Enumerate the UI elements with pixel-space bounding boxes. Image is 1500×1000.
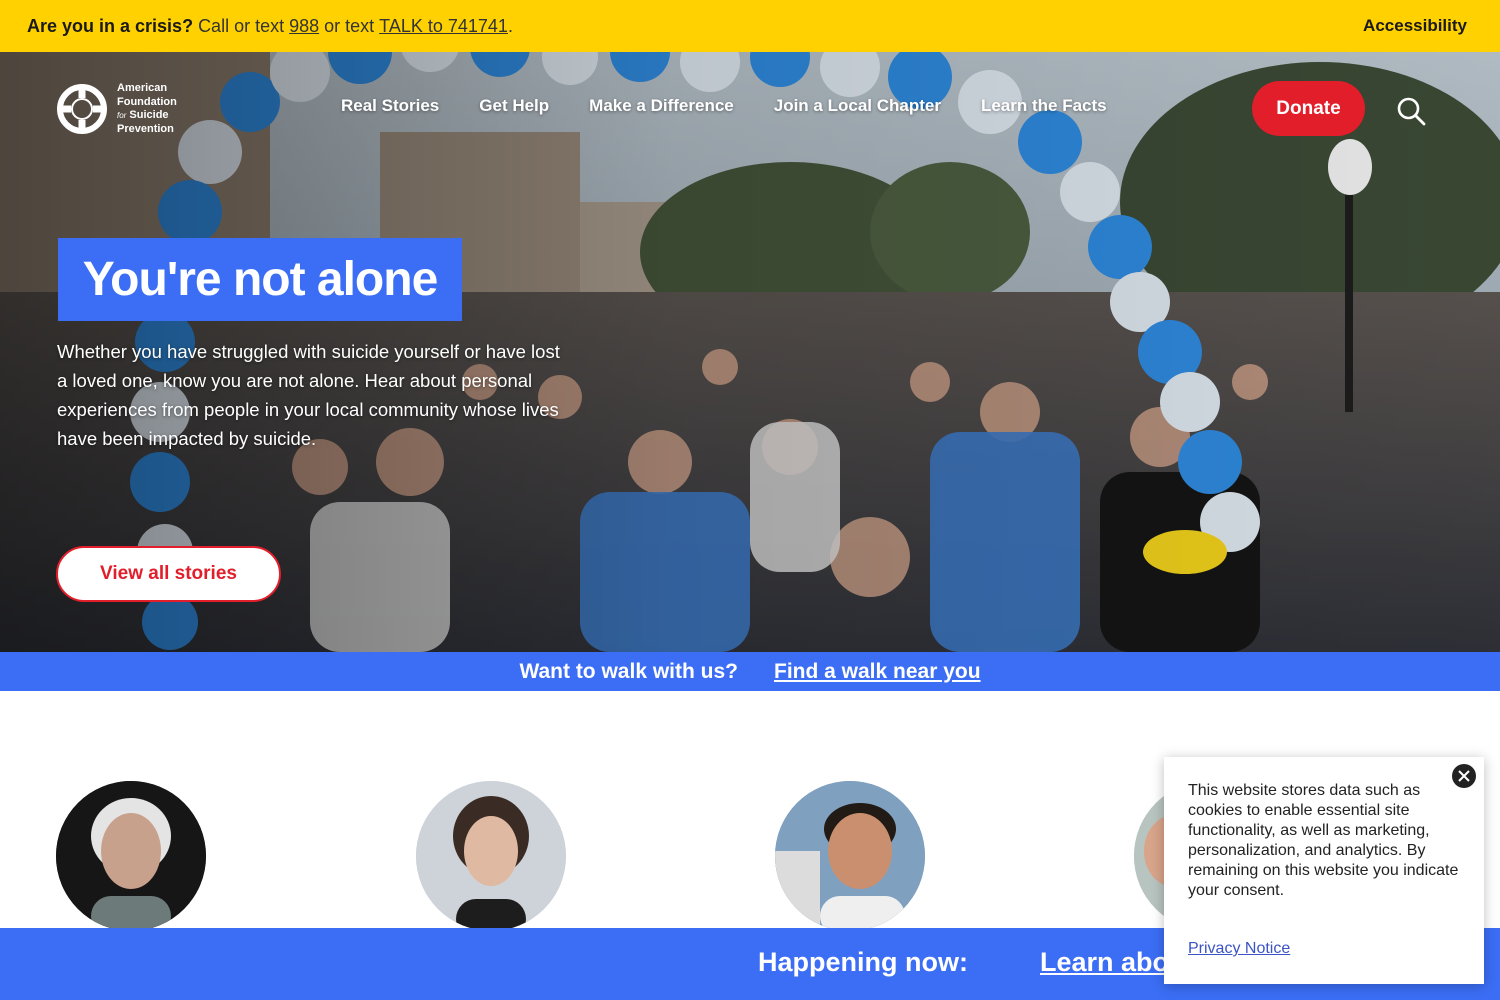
walk-prompt: Want to walk with us? [519, 659, 738, 683]
logo-suicide: Suicide [129, 109, 169, 121]
find-walk-link[interactable]: Find a walk near you [774, 660, 981, 684]
main-nav: Real Stories Get Help Make a Difference … [341, 96, 1107, 116]
nav-get-help[interactable]: Get Help [479, 96, 549, 116]
nav-real-stories[interactable]: Real Stories [341, 96, 439, 116]
nav-make-a-difference[interactable]: Make a Difference [589, 96, 734, 116]
logo-line-1: American [117, 82, 168, 94]
nav-join-local-chapter[interactable]: Join a Local Chapter [774, 96, 941, 116]
privacy-notice-link[interactable]: Privacy Notice [1188, 940, 1290, 958]
logo-line-3: for Suicide [117, 109, 197, 123]
crisis-message: Are you in a crisis? Call or text 988 or… [27, 16, 513, 37]
crisis-period: . [507, 15, 513, 36]
logo-wordmark: American Foundation for Suicide Preventi… [117, 82, 197, 136]
search-icon[interactable] [1396, 96, 1426, 126]
portrait-image [416, 781, 566, 931]
close-x-glyph [1458, 770, 1470, 782]
hero-description: Whether you have struggled with suicide … [57, 341, 560, 449]
walk-banner: Want to walk with us? Find a walk near y… [0, 652, 1500, 691]
hero-section: American Foundation for Suicide Preventi… [0, 52, 1500, 652]
crisis-call-text: Call or text [198, 15, 285, 36]
headline-highlight: You're not alone [58, 238, 462, 321]
logo-line-4: Prevention [117, 122, 174, 135]
accessibility-link[interactable]: Accessibility [1363, 16, 1467, 36]
story-avatar[interactable] [775, 781, 925, 931]
story-avatar[interactable] [56, 781, 206, 931]
close-icon[interactable] [1452, 764, 1476, 788]
cookie-message: This website stores data such as cookies… [1188, 782, 1459, 899]
story-avatar[interactable] [416, 781, 566, 931]
portrait-image [775, 781, 925, 931]
donate-button[interactable]: Donate [1252, 81, 1365, 136]
cookie-consent-popup: This website stores data such as cookies… [1164, 757, 1484, 984]
crisis-bar: Are you in a crisis? Call or text 988 or… [0, 0, 1500, 52]
view-all-stories-button[interactable]: View all stories [56, 546, 281, 602]
portrait-image [56, 781, 206, 931]
logo-line-2: Foundation [117, 95, 177, 108]
happening-now-label: Happening now: [758, 947, 968, 977]
crisis-text-link[interactable]: TALK to 741741 [379, 16, 508, 37]
logo-for: for [117, 111, 127, 120]
happening-now-link[interactable]: Learn abo [1040, 947, 1169, 978]
nav-learn-the-facts[interactable]: Learn the Facts [981, 96, 1107, 116]
crisis-call-link[interactable]: 988 [289, 16, 319, 37]
afsp-logo[interactable]: American Foundation for Suicide Preventi… [57, 82, 197, 136]
crisis-or-text: or text [324, 15, 375, 36]
crisis-question: Are you in a crisis? [27, 15, 194, 36]
lifebuoy-logo-icon [57, 84, 107, 134]
hero-headline: You're not alone [82, 253, 439, 306]
